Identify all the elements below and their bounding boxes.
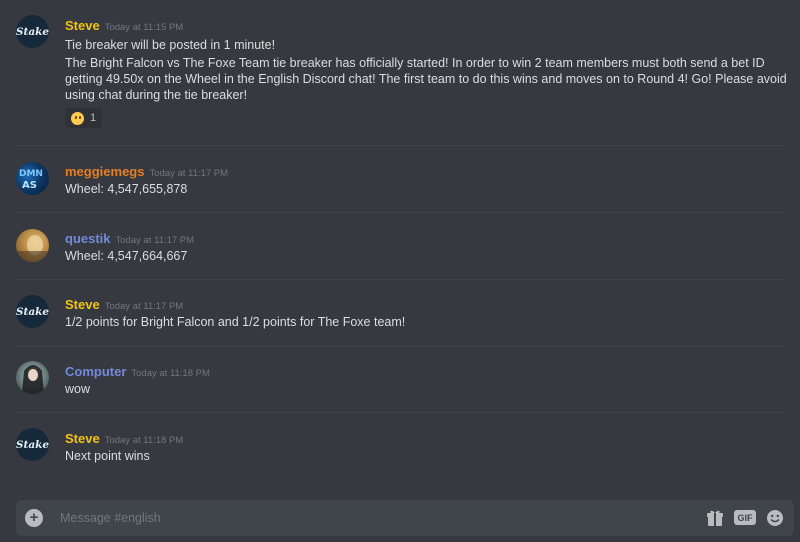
svg-text:DMN: DMN bbox=[19, 169, 43, 179]
message-divider bbox=[16, 412, 784, 413]
avatar-image bbox=[16, 235, 49, 262]
message-divider bbox=[16, 346, 784, 347]
author-name[interactable]: meggiemegs bbox=[65, 164, 144, 179]
timestamp: Today at 11:17 PM bbox=[115, 235, 195, 246]
timestamp: Today at 11:18 PM bbox=[131, 368, 210, 379]
message-divider bbox=[16, 145, 784, 146]
avatar[interactable]: DMN AS bbox=[16, 162, 49, 195]
gif-icon[interactable]: GIF bbox=[734, 510, 756, 525]
message-header: Computer Today at 11:18 PM bbox=[65, 363, 210, 381]
emoji-picker-icon[interactable] bbox=[766, 509, 784, 527]
avatar[interactable]: Stake bbox=[16, 295, 49, 328]
message-divider bbox=[16, 212, 784, 213]
message-composer: + GIF bbox=[16, 500, 794, 536]
stake-logo-text: Stake bbox=[16, 25, 49, 38]
message-text: 1/2 points for Bright Falcon and 1/2 poi… bbox=[65, 315, 406, 329]
message-text: wow bbox=[65, 382, 91, 396]
avatar[interactable] bbox=[16, 229, 49, 262]
message-header: Steve Today at 11:15 PM bbox=[65, 17, 183, 35]
message-divider bbox=[16, 279, 784, 280]
author-name[interactable]: Computer bbox=[65, 364, 126, 379]
avatar-image bbox=[22, 365, 44, 394]
message-header: meggiemegs Today at 11:17 PM bbox=[65, 163, 228, 181]
message-text: Tie breaker will be posted in 1 minute! bbox=[65, 38, 276, 52]
gift-icon[interactable] bbox=[706, 509, 724, 527]
stake-logo-text: Stake bbox=[16, 438, 49, 451]
avatar-image: DMN AS bbox=[19, 169, 43, 191]
message-header: Steve Today at 11:18 PM bbox=[65, 430, 183, 448]
svg-text:AS: AS bbox=[22, 180, 37, 191]
composer-area: + GIF bbox=[0, 498, 800, 542]
message-header: questik Today at 11:17 PM bbox=[65, 230, 194, 248]
reaction-count: 1 bbox=[90, 112, 97, 124]
timestamp: Today at 11:15 PM bbox=[104, 22, 184, 33]
message-text: Next point wins bbox=[65, 449, 150, 463]
message-text: The Bright Falcon vs The Foxe Team tie b… bbox=[65, 56, 787, 102]
message-text: Wheel: 4,547,655,878 bbox=[65, 182, 188, 196]
author-name[interactable]: Steve bbox=[65, 18, 100, 33]
message-input[interactable] bbox=[60, 500, 680, 536]
message-list: Stake Steve Today at 11:15 PM Tie breaker… bbox=[0, 0, 800, 498]
author-name[interactable]: Steve bbox=[65, 297, 100, 312]
slightly-smiling-face-icon bbox=[71, 111, 84, 125]
timestamp: Today at 11:17 PM bbox=[149, 168, 228, 179]
author-name[interactable]: questik bbox=[65, 231, 111, 246]
author-name[interactable]: Steve bbox=[65, 431, 100, 446]
avatar[interactable]: Stake bbox=[16, 428, 49, 461]
avatar[interactable]: Stake bbox=[16, 15, 49, 48]
message-header: Steve Today at 11:17 PM bbox=[65, 296, 183, 314]
plus-circle-icon[interactable]: + bbox=[25, 509, 43, 527]
message-text: Wheel: 4,547,664,667 bbox=[65, 249, 188, 263]
timestamp: Today at 11:17 PM bbox=[104, 301, 184, 312]
stake-logo-text: Stake bbox=[16, 305, 49, 318]
timestamp: Today at 11:18 PM bbox=[104, 435, 184, 446]
reaction-button[interactable]: 1 bbox=[65, 108, 103, 128]
avatar[interactable] bbox=[16, 361, 49, 394]
